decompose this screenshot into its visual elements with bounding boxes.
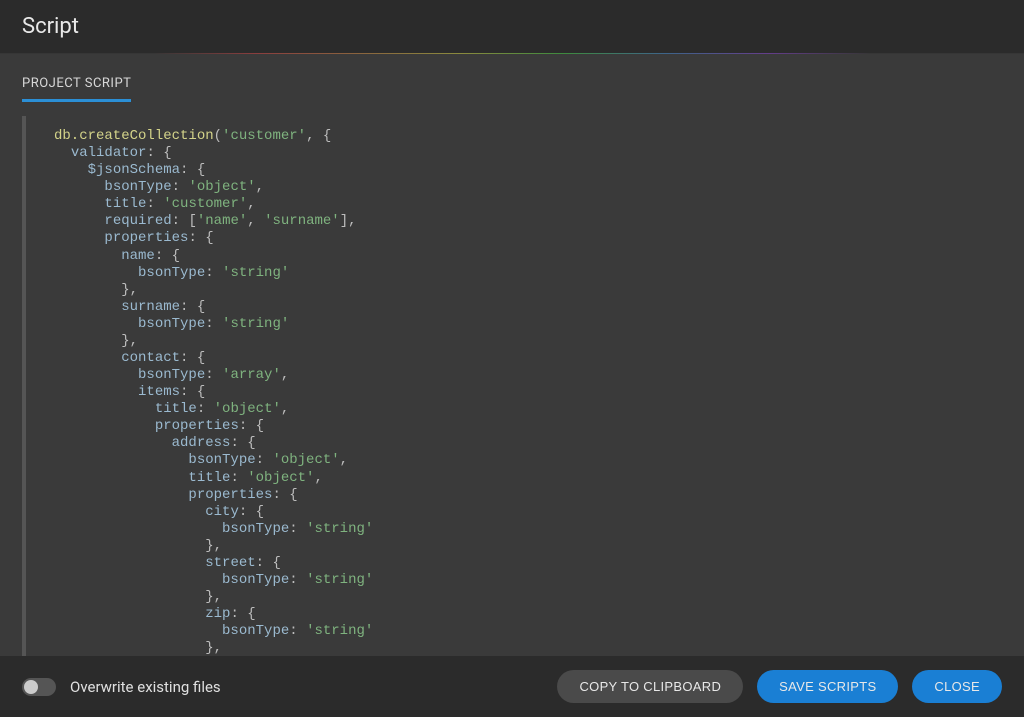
code-line: bsonType: 'string': [54, 521, 1002, 538]
code-line: db.createCollection('customer', {: [54, 128, 1002, 145]
code-line: title: 'object',: [54, 401, 1002, 418]
code-line: required: ['name', 'surname'],: [54, 213, 1002, 230]
code-line: $jsonSchema: {: [54, 162, 1002, 179]
code-line: },: [54, 538, 1002, 555]
code-line: bsonType: 'string': [54, 572, 1002, 589]
code-editor[interactable]: db.createCollection('customer', { valida…: [22, 116, 1002, 656]
dialog-title: Script: [0, 0, 1024, 53]
code-line: bsonType: 'string': [54, 316, 1002, 333]
code-line: name: {: [54, 248, 1002, 265]
code-line: zip: {: [54, 606, 1002, 623]
overwrite-toggle-label: Overwrite existing files: [70, 678, 221, 696]
code-line: bsonType: 'object',: [54, 452, 1002, 469]
code-line: },: [54, 640, 1002, 656]
code-line: bsonType: 'string': [54, 623, 1002, 640]
overwrite-toggle[interactable]: [22, 678, 56, 696]
tab-bar: PROJECT SCRIPT: [0, 54, 1024, 102]
code-line: street: {: [54, 555, 1002, 572]
code-line: title: 'customer',: [54, 196, 1002, 213]
code-line: properties: {: [54, 230, 1002, 247]
close-button[interactable]: CLOSE: [912, 670, 1002, 703]
code-line: },: [54, 282, 1002, 299]
code-line: address: {: [54, 435, 1002, 452]
code-line: },: [54, 333, 1002, 350]
code-line: properties: {: [54, 487, 1002, 504]
code-line: items: {: [54, 384, 1002, 401]
code-line: properties: {: [54, 418, 1002, 435]
code-line: bsonType: 'array',: [54, 367, 1002, 384]
rainbow-divider: [0, 53, 1024, 54]
code-line: city: {: [54, 504, 1002, 521]
code-line: },: [54, 589, 1002, 606]
footer: Overwrite existing files COPY TO CLIPBOA…: [0, 656, 1024, 717]
code-line: title: 'object',: [54, 470, 1002, 487]
code-line: surname: {: [54, 299, 1002, 316]
tab-project-script[interactable]: PROJECT SCRIPT: [22, 76, 131, 102]
code-line: contact: {: [54, 350, 1002, 367]
code-line: bsonType: 'object',: [54, 179, 1002, 196]
save-scripts-button[interactable]: SAVE SCRIPTS: [757, 670, 898, 703]
toggle-knob: [24, 680, 38, 694]
code-line: validator: {: [54, 145, 1002, 162]
code-line: bsonType: 'string': [54, 265, 1002, 282]
copy-to-clipboard-button[interactable]: COPY TO CLIPBOARD: [557, 670, 743, 703]
